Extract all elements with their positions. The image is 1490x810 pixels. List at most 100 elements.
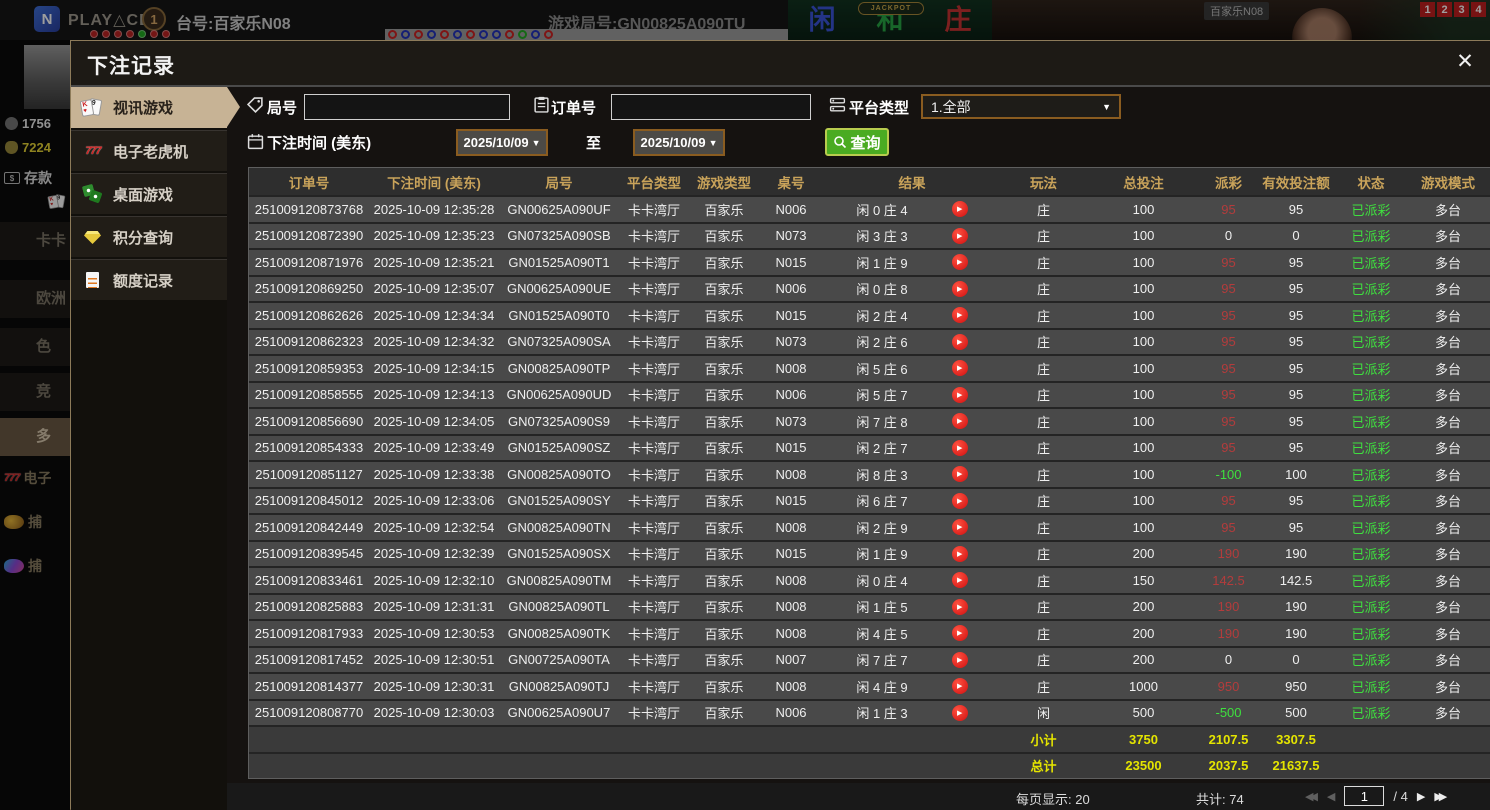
tag-icon <box>247 97 264 114</box>
replay-button[interactable]: ▶ <box>952 678 968 694</box>
replay-button[interactable]: ▶ <box>952 652 968 668</box>
replay-button[interactable]: ▶ <box>952 625 968 641</box>
last-page-icon[interactable]: ▶▶ <box>1434 790 1447 803</box>
platform-filter-label: 平台类型 <box>849 97 909 118</box>
replay-button[interactable]: ▶ <box>952 572 968 588</box>
replay-button[interactable]: ▶ <box>952 440 968 456</box>
replay-button[interactable]: ▶ <box>952 599 968 615</box>
date-from-picker[interactable]: 2025/10/09 ▼ <box>456 129 548 156</box>
replay-button[interactable]: ▶ <box>952 493 968 509</box>
table-cell: 95 <box>1256 281 1336 296</box>
table-row: 2510091208566902025-10-09 12:34:05GN0732… <box>249 407 1490 434</box>
menu-item-table-games[interactable]: 桌面游戏 <box>71 173 227 214</box>
table-cell: 已派彩 <box>1336 571 1406 590</box>
page-input[interactable] <box>1344 786 1384 806</box>
menu-item-slots[interactable]: 777 电子老虎机 <box>71 130 227 171</box>
table-cell: 已派彩 <box>1336 306 1406 325</box>
prev-page-icon[interactable]: ◀ <box>1327 790 1335 803</box>
table-cell: N015 <box>759 493 823 508</box>
calendar-icon <box>247 133 264 150</box>
replay-button[interactable]: ▶ <box>952 281 968 297</box>
table-cell: 卡卡湾厅 <box>619 571 689 590</box>
table-cell: 多台 <box>1406 200 1490 219</box>
table-cell: 95 <box>1256 520 1336 535</box>
table-cell: 百家乐 <box>689 438 759 457</box>
table-cell: 0 <box>1201 228 1256 243</box>
col-header: 平台类型 <box>619 172 689 192</box>
table-cell: 庄 <box>1001 465 1086 484</box>
total-row: 小计37502107.53307.5 <box>249 725 1490 752</box>
table-cell: 卡卡湾厅 <box>619 597 689 616</box>
replay-button[interactable]: ▶ <box>952 334 968 350</box>
replay-button[interactable]: ▶ <box>952 254 968 270</box>
replay-button[interactable]: ▶ <box>952 201 968 217</box>
table-cell: 庄 <box>1001 518 1086 537</box>
replay-button[interactable]: ▶ <box>952 705 968 721</box>
result-text: 闲 0 庄 4 <box>856 571 907 590</box>
table-cell: 卡卡湾厅 <box>619 306 689 325</box>
table-cell: 已派彩 <box>1336 279 1406 298</box>
table-cell: 142.5 <box>1256 573 1336 588</box>
result-text: 闲 1 庄 9 <box>856 253 907 272</box>
table-cell: 卡卡湾厅 <box>619 518 689 537</box>
replay-button[interactable]: ▶ <box>952 360 968 376</box>
table-cell: N008 <box>759 599 823 614</box>
table-cell: N015 <box>759 308 823 323</box>
result-cell: 闲 2 庄 6▶ <box>823 332 1001 351</box>
table-row: 2510091208424492025-10-09 12:32:54GN0082… <box>249 513 1490 540</box>
table-cell: 190 <box>1256 626 1336 641</box>
result-text: 闲 1 庄 9 <box>856 544 907 563</box>
table-cell: 95 <box>1256 308 1336 323</box>
table-cell: N008 <box>759 520 823 535</box>
table-cell: 多台 <box>1406 491 1490 510</box>
table-cell: 95 <box>1201 202 1256 217</box>
col-header: 玩法 <box>1001 172 1086 192</box>
table-cell: 卡卡湾厅 <box>619 703 689 722</box>
table-cell: 2025-10-09 12:32:54 <box>369 520 499 535</box>
round-filter-input[interactable] <box>304 94 510 120</box>
platform-list-icon <box>829 97 846 114</box>
menu-item-points[interactable]: 积分查询 <box>71 216 227 257</box>
table-cell: 庄 <box>1001 385 1086 404</box>
table-cell: 百家乐 <box>689 332 759 351</box>
result-text: 闲 2 庄 7 <box>856 438 907 457</box>
table-cell: 已派彩 <box>1336 332 1406 351</box>
table-cell: GN01525A090T1 <box>499 255 619 270</box>
replay-button[interactable]: ▶ <box>952 466 968 482</box>
table-cell: 100 <box>1086 467 1201 482</box>
table-cell: 200 <box>1086 652 1201 667</box>
table-cell: 多台 <box>1406 332 1490 351</box>
replay-button[interactable]: ▶ <box>952 307 968 323</box>
table-cell: 95 <box>1256 202 1336 217</box>
menu-item-video-games[interactable]: 9 K♥ 视讯游戏 <box>71 87 227 128</box>
next-page-icon[interactable]: ▶ <box>1417 790 1425 803</box>
search-button[interactable]: 查询 <box>825 128 889 156</box>
col-header: 游戏类型 <box>689 172 759 192</box>
replay-button[interactable]: ▶ <box>952 519 968 535</box>
col-header: 局号 <box>499 172 619 192</box>
close-icon[interactable]: ✕ <box>1452 49 1478 74</box>
table-cell: 庄 <box>1001 438 1086 457</box>
table-cell: N008 <box>759 679 823 694</box>
first-page-icon[interactable]: ◀◀ <box>1305 790 1318 803</box>
table-cell: 卡卡湾厅 <box>619 677 689 696</box>
replay-button[interactable]: ▶ <box>952 387 968 403</box>
replay-button[interactable]: ▶ <box>952 546 968 562</box>
replay-button[interactable]: ▶ <box>952 228 968 244</box>
table-cell: 多台 <box>1406 306 1490 325</box>
table-cell: GN00825A090TP <box>499 361 619 376</box>
table-row: 2510091208737682025-10-09 12:35:28GN0062… <box>249 195 1490 222</box>
menu-item-quota[interactable]: 额度记录 <box>71 259 227 300</box>
table-cell: 251009120842449 <box>249 520 369 535</box>
result-text: 闲 6 庄 7 <box>856 491 907 510</box>
replay-button[interactable]: ▶ <box>952 413 968 429</box>
order-filter-input[interactable] <box>611 94 811 120</box>
platform-select[interactable]: 1.全部 ▼ <box>921 94 1121 119</box>
table-cell: 251009120869250 <box>249 281 369 296</box>
table-cell: 190 <box>1256 546 1336 561</box>
table-cell: 2025-10-09 12:31:31 <box>369 599 499 614</box>
date-to-picker[interactable]: 2025/10/09 ▼ <box>633 129 725 156</box>
table-cell: N015 <box>759 440 823 455</box>
table-cell: 百家乐 <box>689 650 759 669</box>
table-cell: 200 <box>1086 599 1201 614</box>
